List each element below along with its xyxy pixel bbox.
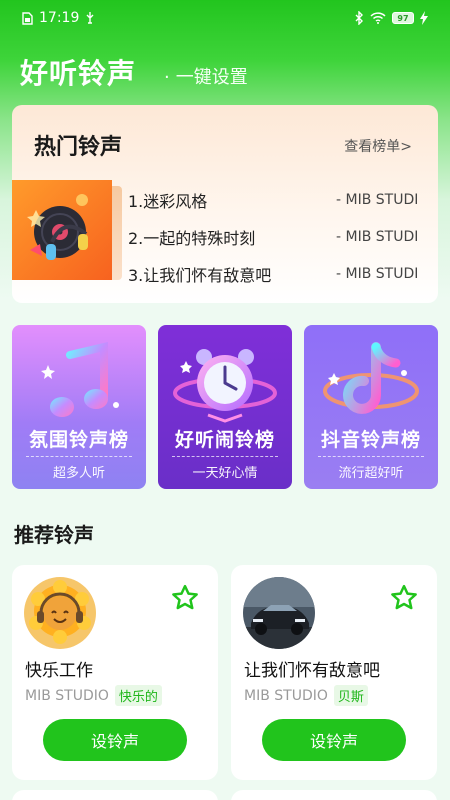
- car-avatar: [243, 577, 315, 649]
- sim-icon: [22, 11, 33, 25]
- recommend-tag: 快乐的: [114, 685, 162, 706]
- set-ringtone-button[interactable]: 设铃声: [43, 719, 187, 761]
- hot-ringtone-name: 2.一起的特殊时刻: [128, 228, 256, 248]
- charging-icon: [420, 11, 428, 25]
- cover-stack-shadow: [112, 186, 122, 280]
- wifi-icon: [370, 12, 386, 24]
- category-subtitle: 一天好心情: [192, 466, 258, 481]
- view-chart-link[interactable]: 查看榜单>: [344, 136, 412, 156]
- recommend-tag: 贝斯: [333, 685, 368, 706]
- dot-icon: ·: [164, 67, 170, 88]
- category-title: 好听闹铃榜: [174, 429, 275, 451]
- music-note-icon: [41, 341, 119, 417]
- hot-ringtone-item[interactable]: 2.一起的特殊时刻 - MIB STUDIO: [128, 218, 418, 255]
- usb-icon: [85, 11, 95, 25]
- recommend-meta: MIB STUDIO 快乐的: [25, 685, 162, 706]
- app-subtitle[interactable]: · 一键设置: [164, 63, 248, 89]
- hot-ringtone-item[interactable]: 3.让我们怀有敌意吧 - MIB STUDIO: [128, 255, 418, 292]
- status-left: 17:19: [22, 10, 95, 26]
- hot-ringtones-card: 热门铃声 查看榜单> 1.迷彩风格 - MIB STUDIO 2.一起的特殊时刻…: [12, 105, 438, 303]
- app-title: 好听铃声: [20, 57, 137, 90]
- app-header: 好听铃声 · 一键设置: [20, 52, 248, 92]
- tiktok-note-icon: [323, 342, 419, 414]
- alarm-clock-icon: [173, 349, 277, 423]
- hot-ringtones-title: 热门铃声: [34, 135, 123, 160]
- hot-ringtone-name: 3.让我们怀有敌意吧: [128, 265, 272, 285]
- status-time: 17:19: [39, 10, 80, 26]
- category-title: 氛围铃声榜: [28, 429, 129, 451]
- category-subtitle: 超多人听: [52, 466, 105, 481]
- hot-ringtone-artist: - MIB STUDIO: [336, 265, 418, 282]
- hot-ringtone-list: 1.迷彩风格 - MIB STUDIO 2.一起的特殊时刻 - MIB STUD…: [128, 181, 418, 292]
- bluetooth-icon: [354, 11, 364, 25]
- category-card-tiktok[interactable]: 抖音铃声榜 流行超好听: [304, 325, 438, 489]
- favorite-star-icon[interactable]: [170, 583, 200, 613]
- category-divider: [318, 456, 424, 457]
- recommend-name: 快乐工作: [25, 661, 93, 681]
- favorite-star-icon[interactable]: [389, 583, 419, 613]
- recommend-section-title: 推荐铃声: [14, 523, 94, 547]
- status-right: 97: [354, 11, 428, 25]
- next-card-peek: [231, 790, 437, 800]
- vinyl-headphones-icon: [27, 194, 88, 260]
- recommend-artist: MIB STUDIO: [244, 687, 328, 704]
- hot-ringtone-artist: - MIB STUDIO: [336, 191, 418, 208]
- hot-ringtone-item[interactable]: 1.迷彩风格 - MIB STUDIO: [128, 181, 418, 218]
- recommend-meta: MIB STUDIO 贝斯: [244, 685, 368, 706]
- hot-ringtone-name: 1.迷彩风格: [128, 191, 208, 211]
- app-subtitle-label: 一键设置: [175, 67, 248, 88]
- recommend-artist: MIB STUDIO: [25, 687, 109, 704]
- recommend-card[interactable]: 让我们怀有敌意吧 MIB STUDIO 贝斯 设铃声: [231, 565, 437, 780]
- next-card-peek: [12, 790, 218, 800]
- status-bar: 17:19 97: [0, 0, 450, 36]
- category-title: 抖音铃声榜: [320, 429, 421, 451]
- hot-cover-image[interactable]: [12, 180, 112, 280]
- category-divider: [172, 456, 278, 457]
- battery-icon: 97: [392, 12, 414, 24]
- category-card-alarm[interactable]: 好听闹铃榜 一天好心情: [158, 325, 292, 489]
- set-ringtone-button[interactable]: 设铃声: [262, 719, 406, 761]
- hot-ringtone-artist: - MIB STUDIO: [336, 228, 418, 245]
- category-divider: [26, 456, 132, 457]
- recommend-name: 让我们怀有敌意吧: [244, 661, 380, 681]
- sunflower-headphones-avatar: [24, 577, 96, 649]
- category-card-ambient[interactable]: 氛围铃声榜 超多人听: [12, 325, 146, 489]
- recommend-card[interactable]: 快乐工作 MIB STUDIO 快乐的 设铃声: [12, 565, 218, 780]
- category-subtitle: 流行超好听: [338, 466, 404, 481]
